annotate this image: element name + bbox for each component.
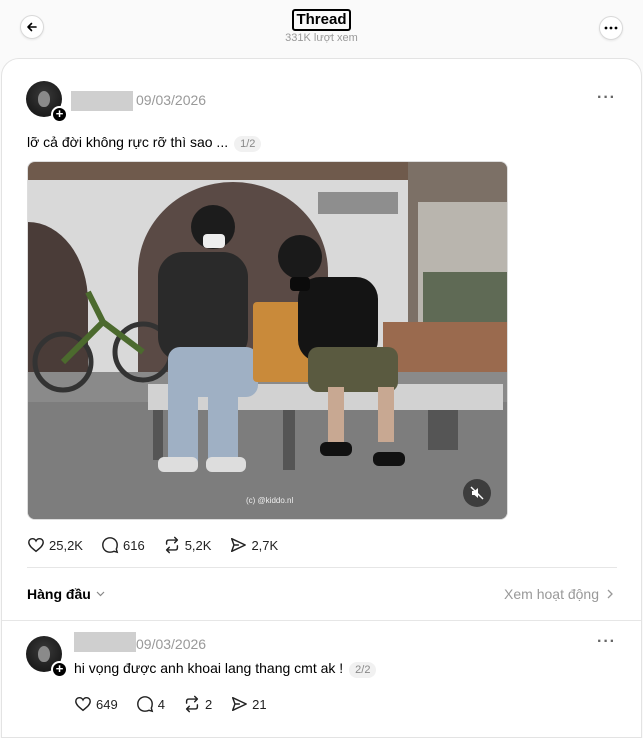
post-date: 09/03/2026 [136,92,207,108]
reply-repost-count: 2 [204,696,213,712]
reply-comment-button[interactable]: 4 [136,695,165,713]
more-horizontal-icon [604,26,618,30]
comment-button[interactable]: 616 [101,536,145,554]
divider [27,567,617,568]
post-video[interactable]: (c) @kiddo.nl [27,161,508,520]
reply-date: 09/03/2026 [136,636,207,652]
reply-share-button[interactable]: 21 [230,695,267,713]
send-icon [231,537,247,553]
reply-page-indicator: 2/2 [349,662,377,678]
media-credit: (c) @kiddo.nl [246,496,294,505]
view-activity-link[interactable]: Xem hoạt động [504,586,613,602]
reply-username-blurred[interactable] [74,632,136,652]
follow-plus-icon[interactable]: + [51,106,68,123]
like-count: 25,2K [49,537,83,553]
repost-count: 5,2K [184,537,212,553]
post-caption: lỡ cả đời không rực rỡ thì sao ... [27,134,229,150]
like-button[interactable]: 25,2K [27,536,83,554]
page-title: Thread [292,9,351,31]
reply-repost-button[interactable]: 2 [183,695,212,713]
comment-icon [102,537,119,554]
thread-card: + 09/03/2026 ··· lỡ cả đời không rực rỡ … [1,58,642,738]
reply-share-count: 21 [252,696,267,712]
avatar[interactable]: + [26,81,68,123]
send-icon [232,696,248,712]
view-count: 331K lượt xem [285,32,358,44]
chevron-down-icon [96,591,105,597]
more-options-button[interactable] [599,16,623,40]
comment-count: 616 [122,537,145,553]
chevron-right-icon [607,589,613,599]
divider [2,620,641,621]
heart-icon [75,696,91,712]
speaker-muted-icon [470,486,484,500]
reply-like-count: 649 [96,696,118,712]
reply-like-button[interactable]: 649 [74,695,118,713]
repost-icon [165,536,178,554]
username-blurred[interactable] [71,91,133,111]
post-more-icon[interactable]: ··· [597,89,616,107]
mute-button[interactable] [463,479,491,507]
reply-avatar[interactable]: + [26,636,68,678]
follow-plus-icon[interactable]: + [51,661,68,678]
top-bar: Thread 331K lượt xem [0,0,643,58]
reply-actions: 649 4 2 21 [74,695,285,713]
video-frame [28,162,507,519]
sort-dropdown[interactable]: Hàng đầu [27,586,105,602]
repost-button[interactable]: 5,2K [163,536,212,554]
reply-text: hi vọng được anh khoai lang thang cmt ak… [74,660,377,678]
share-button[interactable]: 2,7K [229,536,278,554]
reply-more-icon[interactable]: ··· [597,633,616,651]
heart-icon [28,537,44,553]
share-count: 2,7K [251,537,279,553]
reply-caption: hi vọng được anh khoai lang thang cmt ak… [74,660,344,676]
activity-label: Xem hoạt động [504,586,599,602]
sort-label: Hàng đầu [27,586,91,602]
post-text: lỡ cả đời không rực rỡ thì sao ... 1/2 [27,134,262,152]
page-indicator: 1/2 [234,136,262,152]
repost-icon [185,695,199,713]
comment-icon [136,696,153,713]
post-actions: 25,2K 616 5,2K 2,7K [27,536,296,554]
reply-comment-count: 4 [157,696,165,712]
